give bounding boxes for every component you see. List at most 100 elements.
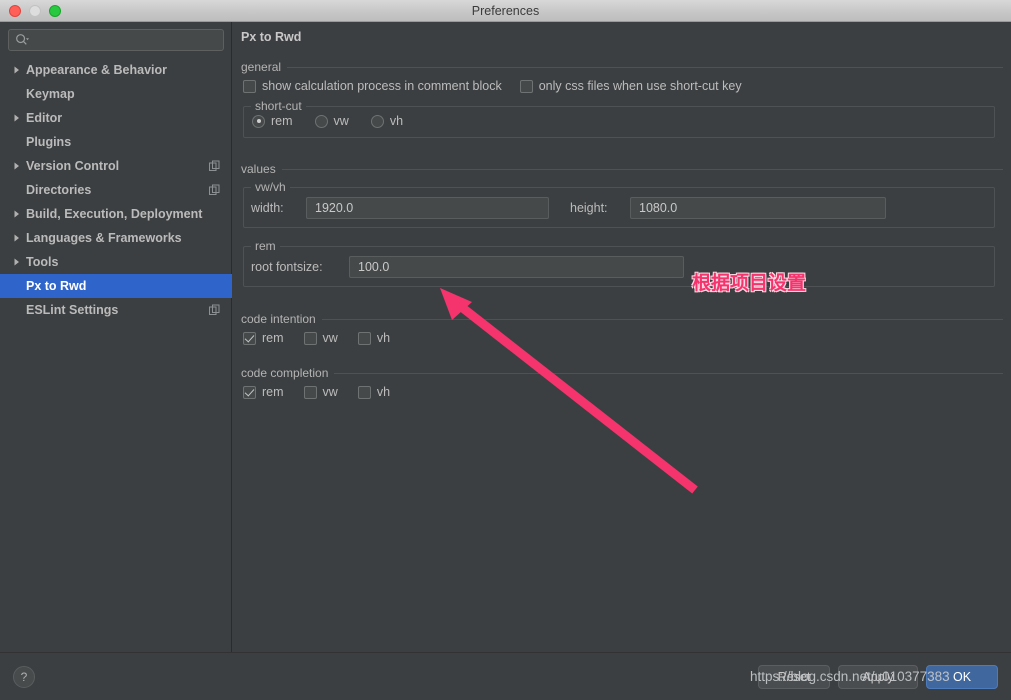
checkbox-show-calculation-process[interactable]: show calculation process in comment bloc… bbox=[243, 79, 502, 93]
preferences-window: Preferences Appearance & Behavior Keymap… bbox=[0, 0, 1011, 700]
chevron-right-icon[interactable] bbox=[12, 209, 22, 219]
sidebar-item-label: Directories bbox=[26, 183, 92, 197]
radio-circle[interactable] bbox=[252, 114, 265, 128]
chevron-right-icon[interactable] bbox=[12, 65, 22, 75]
rem-fieldset: rem root fontsize: 100.0 bbox=[243, 239, 995, 287]
code-completion-checkbox-row: rem vw vh bbox=[243, 385, 390, 399]
checkbox-completion-vw[interactable]: vw bbox=[303, 385, 338, 399]
checkbox-label: vw bbox=[322, 385, 338, 399]
height-input-value: 1080.0 bbox=[639, 201, 678, 215]
checkbox-box[interactable] bbox=[243, 331, 256, 345]
dialog-button-bar: ? Reset Apply OK bbox=[0, 652, 1011, 700]
help-button[interactable]: ? bbox=[13, 666, 35, 688]
checkbox-completion-vh[interactable]: vh bbox=[357, 385, 391, 399]
radio-shortcut-vh[interactable]: vh bbox=[370, 114, 404, 128]
sidebar-item-keymap[interactable]: Keymap bbox=[0, 82, 232, 106]
sidebar-item-tools[interactable]: Tools bbox=[0, 250, 232, 274]
code-completion-label: code completion bbox=[241, 366, 329, 380]
radio-shortcut-vw[interactable]: vw bbox=[314, 114, 349, 128]
sidebar-item-label: ESLint Settings bbox=[26, 303, 119, 317]
sidebar-item-languages-frameworks[interactable]: Languages & Frameworks bbox=[0, 226, 232, 250]
page-title: Px to Rwd bbox=[241, 30, 302, 44]
checkbox-intention-rem[interactable]: rem bbox=[243, 331, 284, 345]
sidebar-item-editor[interactable]: Editor bbox=[0, 106, 232, 130]
shortcut-radio-group: rem vw vh bbox=[252, 114, 403, 128]
sidebar-item-px-to-rwd[interactable]: Px to Rwd bbox=[0, 274, 232, 298]
checkbox-box[interactable] bbox=[243, 385, 256, 399]
vwvh-fieldset: vw/vh width: 1920.0 height: 1080.0 bbox=[243, 180, 995, 228]
width-input[interactable]: 1920.0 bbox=[306, 197, 549, 219]
section-divider bbox=[287, 66, 1003, 68]
search-icon bbox=[15, 33, 29, 47]
width-field-label: width: bbox=[251, 201, 284, 215]
chevron-right-icon[interactable] bbox=[12, 113, 22, 123]
values-section-label: values bbox=[241, 162, 276, 176]
chevron-right-icon[interactable] bbox=[12, 161, 22, 171]
checkbox-intention-vw[interactable]: vw bbox=[303, 331, 338, 345]
root-fontsize-value: 100.0 bbox=[358, 260, 390, 274]
checkbox-label: vw bbox=[322, 331, 338, 345]
sidebar-item-label: Version Control bbox=[26, 159, 120, 173]
sidebar-item-label: Keymap bbox=[26, 87, 75, 101]
checkbox-completion-rem[interactable]: rem bbox=[243, 385, 284, 399]
code-intention-checkbox-row: rem vw vh bbox=[243, 331, 390, 345]
sidebar-item-label: Languages & Frameworks bbox=[26, 231, 182, 245]
height-field-label: height: bbox=[570, 201, 608, 215]
radio-label: rem bbox=[271, 114, 293, 128]
checkbox-label: vh bbox=[376, 385, 391, 399]
code-intention-section: code intention bbox=[241, 312, 1003, 326]
sidebar-item-appearance-behavior[interactable]: Appearance & Behavior bbox=[0, 58, 232, 82]
root-fontsize-input[interactable]: 100.0 bbox=[349, 256, 684, 278]
checkbox-box[interactable] bbox=[303, 385, 317, 399]
checkbox-box[interactable] bbox=[357, 331, 371, 345]
checkbox-box[interactable] bbox=[357, 385, 371, 399]
radio-label: vw bbox=[333, 114, 349, 128]
general-section-label: general bbox=[241, 60, 282, 74]
search-input[interactable] bbox=[8, 29, 224, 51]
radio-label: vh bbox=[389, 114, 404, 128]
code-intention-label: code intention bbox=[241, 312, 316, 326]
code-completion-section: code completion bbox=[241, 366, 1003, 380]
checkbox-intention-vh[interactable]: vh bbox=[357, 331, 390, 345]
copy-icon[interactable] bbox=[209, 184, 220, 196]
minimize-window-button[interactable] bbox=[29, 4, 41, 17]
sidebar-item-label: Editor bbox=[26, 111, 63, 125]
sidebar-item-label: Build, Execution, Deployment bbox=[26, 207, 203, 221]
checkbox-label: only css files when use short-cut key bbox=[538, 79, 742, 93]
sidebar-item-label: Px to Rwd bbox=[26, 279, 87, 293]
radio-shortcut-rem[interactable]: rem bbox=[252, 114, 293, 128]
shortcut-fieldset: short-cut rem vw vh bbox=[243, 99, 995, 138]
checkbox-box[interactable] bbox=[243, 79, 256, 93]
ok-button[interactable]: OK bbox=[926, 665, 998, 689]
reset-button[interactable]: Reset bbox=[758, 665, 830, 689]
section-divider bbox=[281, 168, 1003, 170]
radio-circle[interactable] bbox=[314, 114, 328, 128]
section-divider bbox=[321, 318, 1003, 320]
values-section: values bbox=[241, 162, 1003, 176]
sidebar-item-build-execution-deployment[interactable]: Build, Execution, Deployment bbox=[0, 202, 232, 226]
checkbox-box[interactable] bbox=[303, 331, 317, 345]
sidebar-item-directories[interactable]: Directories bbox=[0, 178, 232, 202]
radio-circle[interactable] bbox=[370, 114, 384, 128]
window-titlebar: Preferences bbox=[0, 0, 1011, 22]
copy-icon[interactable] bbox=[209, 160, 220, 172]
chevron-right-icon[interactable] bbox=[12, 233, 22, 243]
zoom-window-button[interactable] bbox=[49, 4, 61, 17]
chevron-right-icon[interactable] bbox=[12, 257, 22, 267]
apply-button[interactable]: Apply bbox=[838, 665, 918, 689]
root-fontsize-label: root fontsize: bbox=[251, 260, 323, 274]
vwvh-fieldset-legend: vw/vh bbox=[251, 180, 290, 194]
checkbox-label: rem bbox=[262, 331, 284, 345]
sidebar-item-eslint-settings[interactable]: ESLint Settings bbox=[0, 298, 232, 322]
checkbox-only-css-files[interactable]: only css files when use short-cut key bbox=[519, 79, 742, 93]
copy-icon[interactable] bbox=[209, 304, 220, 316]
shortcut-fieldset-legend: short-cut bbox=[251, 99, 306, 113]
sidebar-item-plugins[interactable]: Plugins bbox=[0, 130, 232, 154]
settings-tree: Appearance & Behavior Keymap Editor Plug… bbox=[0, 58, 232, 322]
close-window-button[interactable] bbox=[9, 4, 21, 17]
general-checkbox-row: show calculation process in comment bloc… bbox=[243, 79, 742, 93]
traffic-light-group bbox=[9, 4, 61, 17]
height-input[interactable]: 1080.0 bbox=[630, 197, 886, 219]
checkbox-box[interactable] bbox=[519, 79, 533, 93]
sidebar-item-version-control[interactable]: Version Control bbox=[0, 154, 232, 178]
